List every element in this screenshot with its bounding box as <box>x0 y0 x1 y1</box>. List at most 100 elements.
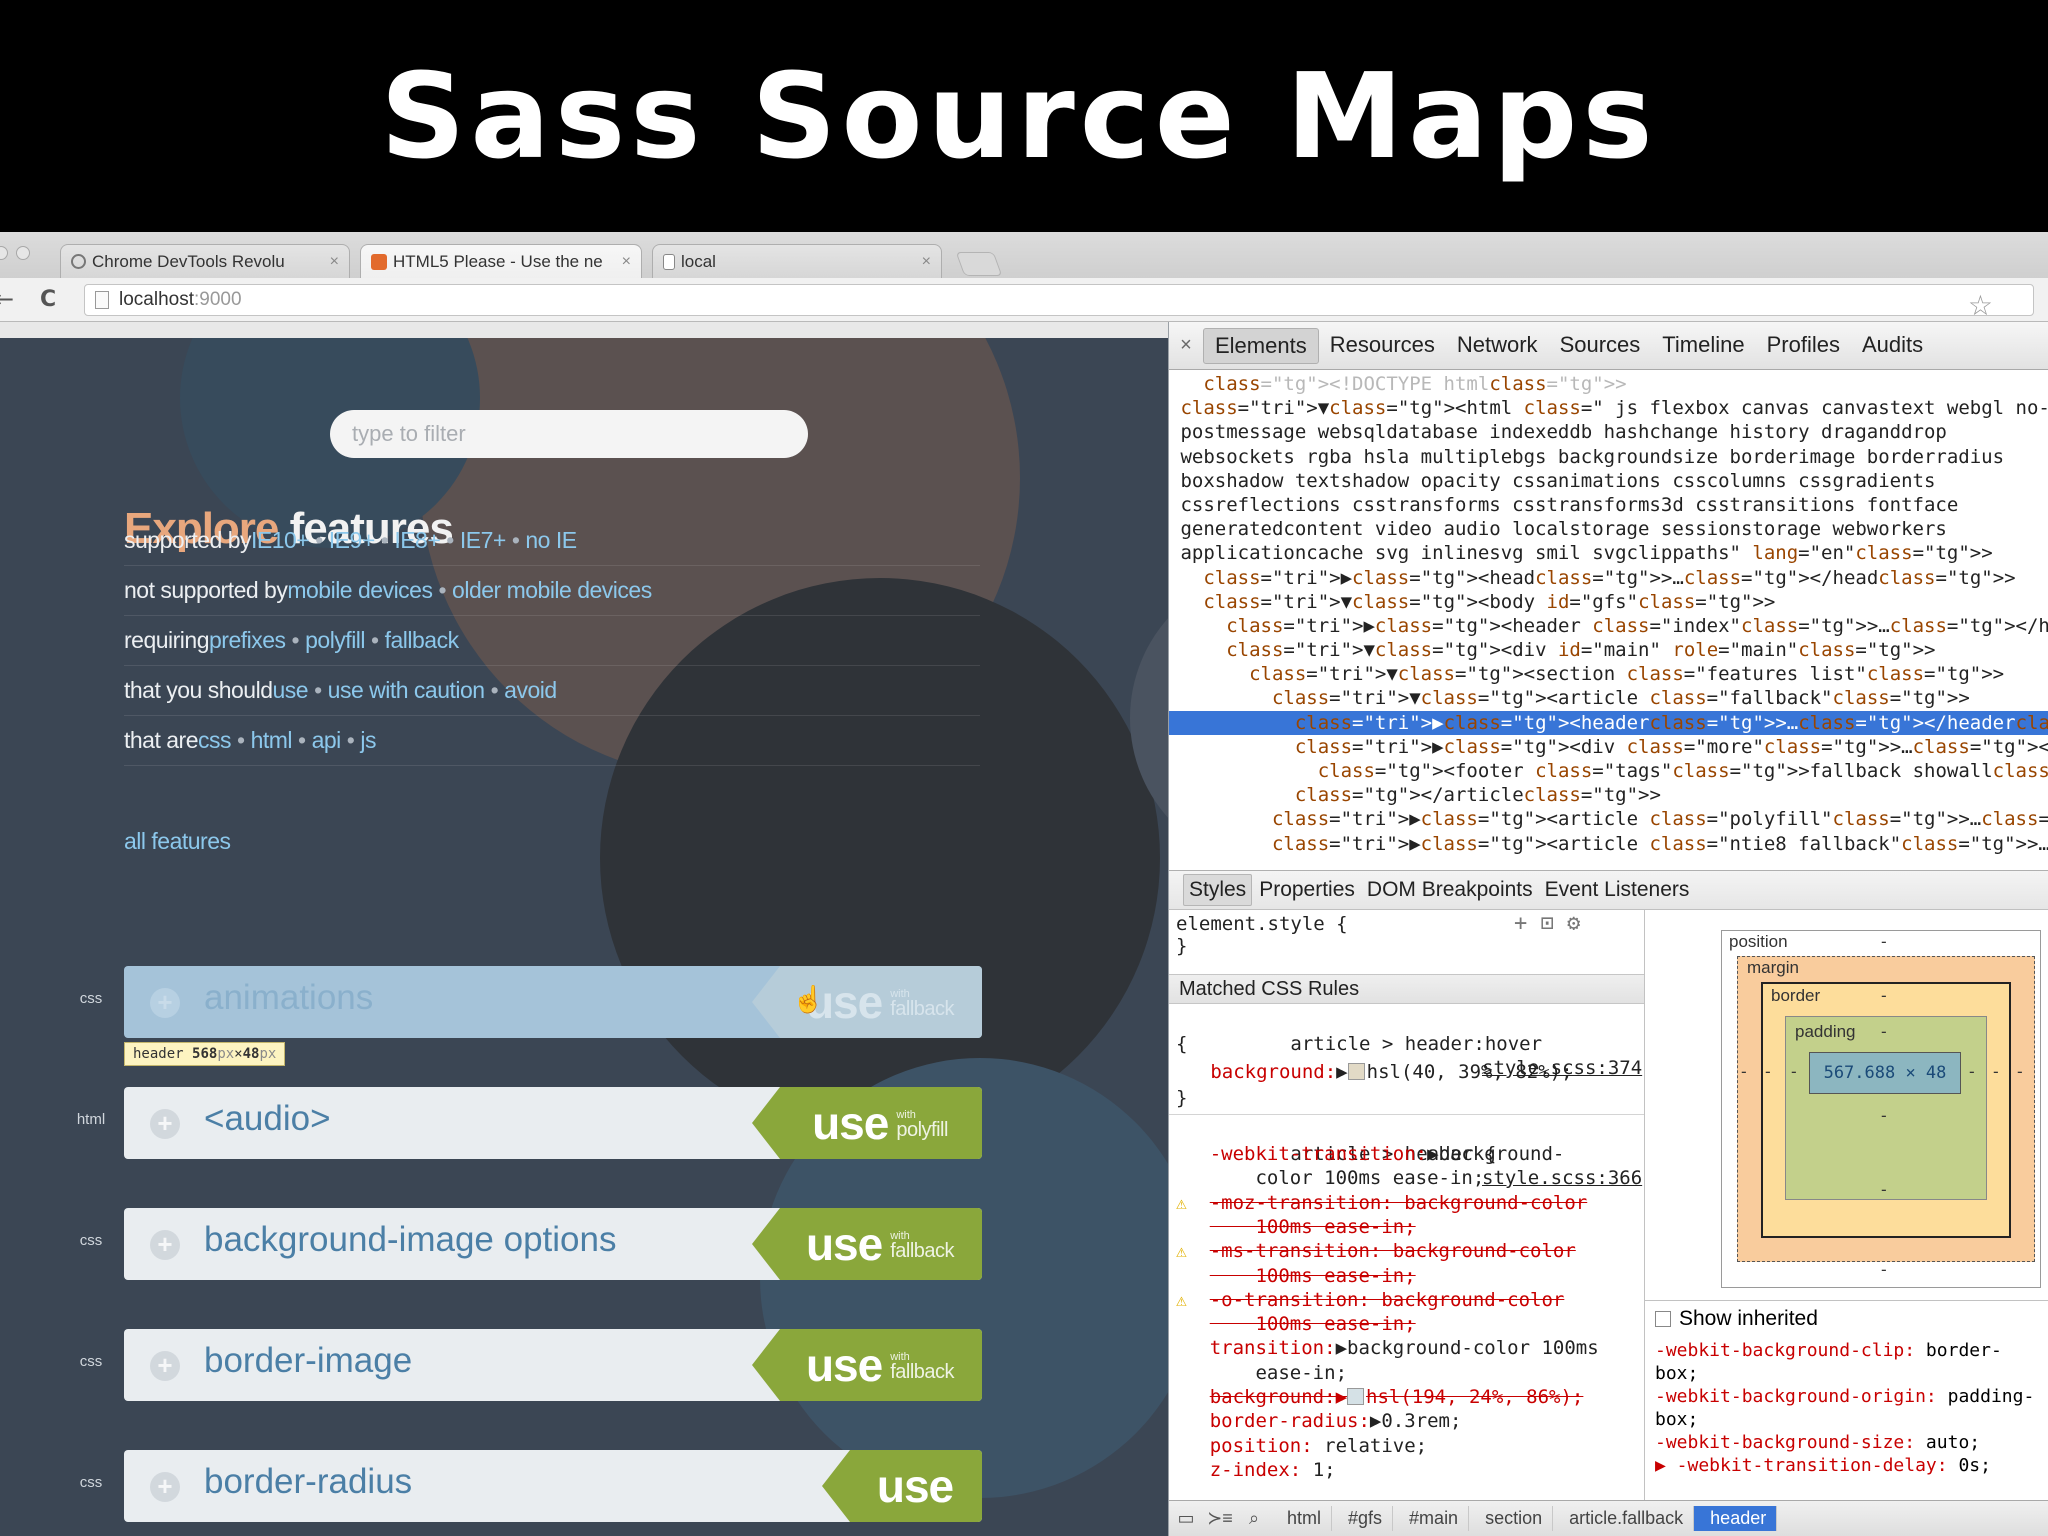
dom-node-line[interactable]: websockets rgba hsla multiplebgs backgro… <box>1169 445 2048 469</box>
breadcrumb-item[interactable]: section <box>1469 1506 1554 1531</box>
back-arrow-icon[interactable]: ← <box>0 285 14 313</box>
dom-node-line[interactable]: class="tg"><footer class="tags"class="tg… <box>1169 759 2048 783</box>
filter-link[interactable]: css <box>198 727 232 754</box>
breadcrumb-item[interactable]: article.fallback <box>1553 1506 1695 1531</box>
dom-node-line[interactable]: class="tri">▼class="tg"><section class="… <box>1169 662 2048 686</box>
devtools-close-icon[interactable]: × <box>1169 334 1203 357</box>
computed-line[interactable]: -webkit-background-origin: padding- <box>1655 1385 2034 1408</box>
filter-link[interactable]: polyfill <box>305 627 365 654</box>
filter-link[interactable]: api <box>312 727 342 754</box>
feature-row[interactable]: + border-radius use <box>124 1450 982 1522</box>
expand-plus-icon[interactable]: + <box>150 1109 180 1139</box>
dom-node-line[interactable]: postmessage websqldatabase indexeddb has… <box>1169 420 2048 444</box>
filter-link[interactable]: prefixes <box>209 627 286 654</box>
dom-node-line[interactable]: class="tri">▼class="tg"><div id="main" r… <box>1169 638 2048 662</box>
computed-line[interactable]: -webkit-background-size: auto; <box>1655 1431 1980 1454</box>
rule2-source-link[interactable]: style.scss:366 <box>1482 1166 1642 1190</box>
subtab-dom-breakpoints[interactable]: DOM Breakpoints <box>1362 875 1538 905</box>
css-declaration[interactable]: ⚠ -ms-transition: background-color <box>1176 1239 1576 1263</box>
subtab-properties[interactable]: Properties <box>1254 875 1360 905</box>
dom-node-line[interactable]: class="tri">▶class="tg"><article class="… <box>1169 832 2048 856</box>
tab-close-icon[interactable]: × <box>922 253 931 271</box>
css-declaration[interactable]: transition:▶background-color 100ms <box>1176 1336 1599 1360</box>
search-icon[interactable]: ⌕ <box>1237 1508 1271 1529</box>
filter-link[interactable]: IE9+ <box>329 527 375 554</box>
filter-link[interactable]: IE7+ <box>460 527 506 554</box>
computed-line[interactable]: ▶ -webkit-transition-delay: 0s; <box>1655 1454 1991 1477</box>
dom-node-line[interactable]: class="tri">▶class="tg"><article class="… <box>1169 807 2048 831</box>
css-declaration[interactable]: ⚠ -o-transition: background-color <box>1176 1288 1564 1312</box>
expand-plus-icon[interactable]: + <box>150 988 180 1018</box>
color-swatch[interactable] <box>1347 1388 1365 1405</box>
breadcrumb-item[interactable]: #gfs <box>1332 1506 1394 1531</box>
dom-node-line[interactable]: class="tri">▶class="tg"><headerclass="tg… <box>1169 710 2048 735</box>
address-bar[interactable]: localhost:9000 ☆ <box>84 284 2034 321</box>
filter-link[interactable]: fallback <box>385 627 459 654</box>
expand-plus-icon[interactable]: + <box>150 1472 180 1502</box>
css-declaration[interactable]: 100ms ease-in; <box>1176 1264 1415 1288</box>
tab-timeline[interactable]: Timeline <box>1651 328 1755 364</box>
computed-line[interactable]: box; <box>1655 1362 1698 1385</box>
window-minimize-button[interactable] <box>16 246 30 260</box>
filter-link[interactable]: use <box>273 677 309 704</box>
filter-link[interactable]: older mobile devices <box>452 577 652 604</box>
feature-row[interactable]: + <audio> use with polyfill <box>124 1087 982 1159</box>
dom-node-line[interactable]: class="tri">▶class="tg"><div class="more… <box>1169 735 2048 759</box>
rule1-declaration[interactable]: background:▶ hsl(40, 39%, 82%); <box>1176 1060 1572 1084</box>
browser-tab-local[interactable]: local × <box>652 244 942 278</box>
filter-input[interactable]: type to filter <box>330 410 808 458</box>
window-close-button[interactable] <box>0 246 8 260</box>
feature-row[interactable]: + animations use with fallback <box>124 966 982 1038</box>
dom-node-line[interactable]: class="tri">▶class="tg"><header class="i… <box>1169 614 2048 638</box>
new-rule-icons[interactable]: + ⊡ ⚙ <box>1514 912 1580 936</box>
dom-node-line[interactable]: class="tri">▼class="tg"><article class="… <box>1169 686 2048 710</box>
tab-elements[interactable]: Elements <box>1203 327 1319 364</box>
filter-link[interactable]: use with caution <box>328 677 485 704</box>
filter-link[interactable]: html <box>251 727 293 754</box>
css-declaration[interactable]: 100ms ease-in; <box>1176 1312 1415 1336</box>
reload-icon[interactable]: C <box>40 287 56 312</box>
css-declaration[interactable]: ease-in; <box>1176 1361 1347 1385</box>
css-declaration[interactable]: background:▶ hsl(194, 24%, 86%); <box>1176 1385 1584 1409</box>
dom-node-line[interactable]: class="tg"><!DOCTYPE htmlclass="tg">> <box>1169 372 2048 396</box>
tab-profiles[interactable]: Profiles <box>1756 328 1851 364</box>
new-tab-button[interactable] <box>955 252 1003 276</box>
tab-resources[interactable]: Resources <box>1319 328 1446 364</box>
element-style-selector[interactable]: element.style {+ ⊡ ⚙ <box>1176 912 1580 936</box>
color-swatch[interactable] <box>1347 1063 1365 1080</box>
css-declaration[interactable]: 100ms ease-in; <box>1176 1215 1415 1239</box>
tab-close-icon[interactable]: × <box>330 253 339 271</box>
expand-plus-icon[interactable]: + <box>150 1230 180 1260</box>
tab-audits[interactable]: Audits <box>1851 328 1934 364</box>
filter-link[interactable]: js <box>360 727 376 754</box>
filter-link[interactable]: mobile devices <box>287 577 433 604</box>
show-inherited-row[interactable]: Show inherited <box>1655 1307 1818 1330</box>
tab-sources[interactable]: Sources <box>1549 328 1652 364</box>
breadcrumb-item[interactable]: html <box>1271 1506 1333 1531</box>
breadcrumb-item[interactable]: header <box>1694 1506 1778 1531</box>
subtab-event-listeners[interactable]: Event Listeners <box>1540 875 1695 905</box>
rule1-selector[interactable]: article > header:hover <box>1290 1033 1542 1055</box>
dom-node-line[interactable]: class="tri">▼class="tg"><html class=" js… <box>1169 396 2048 420</box>
computed-line[interactable]: box; <box>1655 1408 1698 1431</box>
dom-node-line[interactable]: class="tri">▼class="tg"><body id="gfs"cl… <box>1169 590 2048 614</box>
computed-line[interactable]: -webkit-background-clip: border- <box>1655 1339 2002 1362</box>
dom-node-line[interactable]: boxshadow textshadow opacity cssanimatio… <box>1169 469 2048 493</box>
css-declaration[interactable]: ⚠ -moz-transition: background-color <box>1176 1191 1587 1215</box>
filter-link[interactable]: IE8+ <box>394 527 440 554</box>
feature-row[interactable]: + background-image options use with fallback <box>124 1208 982 1280</box>
css-declaration[interactable]: color 100ms ease-in; <box>1176 1166 1484 1190</box>
css-declaration[interactable]: -webkit-transition:▶background- <box>1176 1142 1565 1166</box>
dom-node-line[interactable]: applicationcache svg inlinesvg smil svgc… <box>1169 541 2048 565</box>
dock-icon[interactable]: ▭ <box>1169 1508 1203 1529</box>
dom-node-line[interactable]: class="tri">▶class="tg"><headclass="tg">… <box>1169 566 2048 590</box>
dom-node-line[interactable]: class="tg"></articleclass="tg">> <box>1169 783 2048 807</box>
css-declaration[interactable]: z-index: 1; <box>1176 1458 1336 1482</box>
tab-network[interactable]: Network <box>1446 328 1549 364</box>
tab-close-icon[interactable]: × <box>622 253 631 271</box>
breadcrumb-item[interactable]: #main <box>1393 1506 1470 1531</box>
expand-plus-icon[interactable]: + <box>150 1351 180 1381</box>
browser-tab-html5please[interactable]: HTML5 Please - Use the ne × <box>360 244 642 278</box>
dom-node-line[interactable]: cssreflections csstransforms csstransfor… <box>1169 493 2048 517</box>
dom-node-line[interactable]: generatedcontent video audio localstorag… <box>1169 517 2048 541</box>
